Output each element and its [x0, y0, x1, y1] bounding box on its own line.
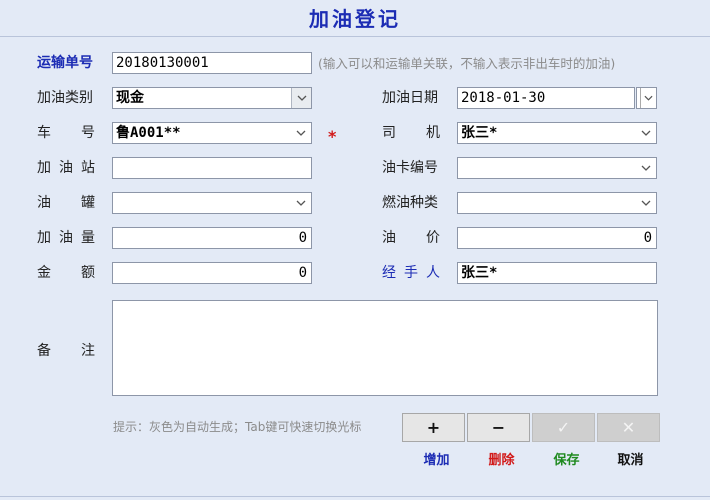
- amount-input[interactable]: 0: [112, 262, 312, 284]
- chevron-down-icon[interactable]: [291, 123, 311, 143]
- driver-select[interactable]: 张三*: [457, 122, 657, 144]
- vehicle-select[interactable]: 鲁A001**: [112, 122, 312, 144]
- remark-textarea[interactable]: [112, 300, 658, 396]
- vehicle-label-char: 车: [37, 125, 51, 141]
- driver-label: 司 机: [382, 122, 440, 144]
- bottom-divider: [0, 496, 710, 497]
- tank-label-char: 油: [37, 195, 51, 211]
- plus-icon: +: [426, 418, 441, 437]
- tip-text: 提示：灰色为自动生成；Tab键可快速切换光标: [113, 420, 362, 434]
- quantity-input[interactable]: 0: [112, 227, 312, 249]
- waybill-input[interactable]: 20180130001: [112, 52, 312, 74]
- waybill-label: 运输单号: [37, 55, 93, 71]
- delete-label[interactable]: 删除: [470, 451, 533, 471]
- chevron-down-icon[interactable]: [291, 193, 311, 213]
- fuel-type-select[interactable]: [457, 192, 657, 214]
- handler-label: 经 手 人: [382, 262, 440, 284]
- vehicle-label: 车 号: [37, 122, 95, 144]
- station-label-char: 油: [59, 160, 73, 176]
- required-marker: *: [328, 127, 337, 146]
- price-label-char: 油: [382, 230, 396, 246]
- cancel-label[interactable]: 取消: [599, 451, 662, 471]
- remark-label-char: 备: [37, 343, 51, 359]
- amount-label-char: 金: [37, 265, 51, 281]
- chevron-down-icon[interactable]: [636, 123, 656, 143]
- add-label[interactable]: 增加: [405, 451, 468, 471]
- add-button[interactable]: +: [402, 413, 465, 442]
- remark-label-char: 注: [81, 343, 95, 359]
- chevron-down-icon: [641, 88, 656, 108]
- quantity-label-char: 油: [59, 230, 73, 246]
- fuel-type-label: 燃油种类: [382, 195, 438, 211]
- category-select[interactable]: 现金: [112, 87, 312, 109]
- handler-label-char: 人: [426, 265, 440, 281]
- page-title: 加油登记: [309, 7, 401, 31]
- chevron-down-icon[interactable]: [291, 88, 311, 108]
- close-icon: ✕: [621, 418, 636, 437]
- date-picker-button[interactable]: [636, 87, 657, 109]
- vehicle-value: 鲁A001**: [116, 125, 181, 141]
- quantity-label: 加 油 量: [37, 227, 95, 249]
- price-label-char: 价: [426, 230, 440, 246]
- date-input[interactable]: 2018-01-30: [457, 87, 635, 109]
- remark-label: 备 注: [37, 340, 95, 362]
- driver-label-char: 机: [426, 125, 440, 141]
- vehicle-label-char: 号: [81, 125, 95, 141]
- save-button[interactable]: ✓: [532, 413, 595, 442]
- quantity-label-char: 加: [37, 230, 51, 246]
- chevron-down-icon[interactable]: [636, 193, 656, 213]
- date-label: 加油日期: [382, 90, 438, 106]
- card-no-label: 油卡编号: [382, 160, 438, 176]
- cancel-button[interactable]: ✕: [597, 413, 660, 442]
- check-icon: ✓: [556, 418, 571, 437]
- quantity-label-char: 量: [81, 230, 95, 246]
- handler-label-char: 手: [404, 265, 418, 281]
- save-label[interactable]: 保存: [535, 451, 598, 471]
- amount-label: 金 额: [37, 262, 95, 284]
- station-label: 加 油 站: [37, 157, 95, 179]
- title-divider: [0, 36, 710, 37]
- card-no-select[interactable]: [457, 157, 657, 179]
- station-label-char: 加: [37, 160, 51, 176]
- category-label: 加油类别: [37, 90, 93, 106]
- driver-label-char: 司: [382, 125, 396, 141]
- tank-label-char: 罐: [81, 195, 95, 211]
- chevron-down-icon[interactable]: [636, 158, 656, 178]
- delete-button[interactable]: −: [467, 413, 530, 442]
- tank-label: 油 罐: [37, 192, 95, 214]
- driver-value: 张三*: [461, 125, 498, 141]
- tank-select[interactable]: [112, 192, 312, 214]
- price-label: 油 价: [382, 227, 440, 249]
- category-value: 现金: [116, 90, 144, 106]
- handler-label-char: 经: [382, 265, 396, 281]
- amount-label-char: 额: [81, 265, 95, 281]
- waybill-hint: (输入可以和运输单关联，不输入表示非出车时的加油): [318, 56, 616, 71]
- station-input[interactable]: [112, 157, 312, 179]
- station-label-char: 站: [81, 160, 95, 176]
- minus-icon: −: [491, 418, 506, 437]
- price-input[interactable]: 0: [457, 227, 657, 249]
- handler-input[interactable]: 张三*: [457, 262, 657, 284]
